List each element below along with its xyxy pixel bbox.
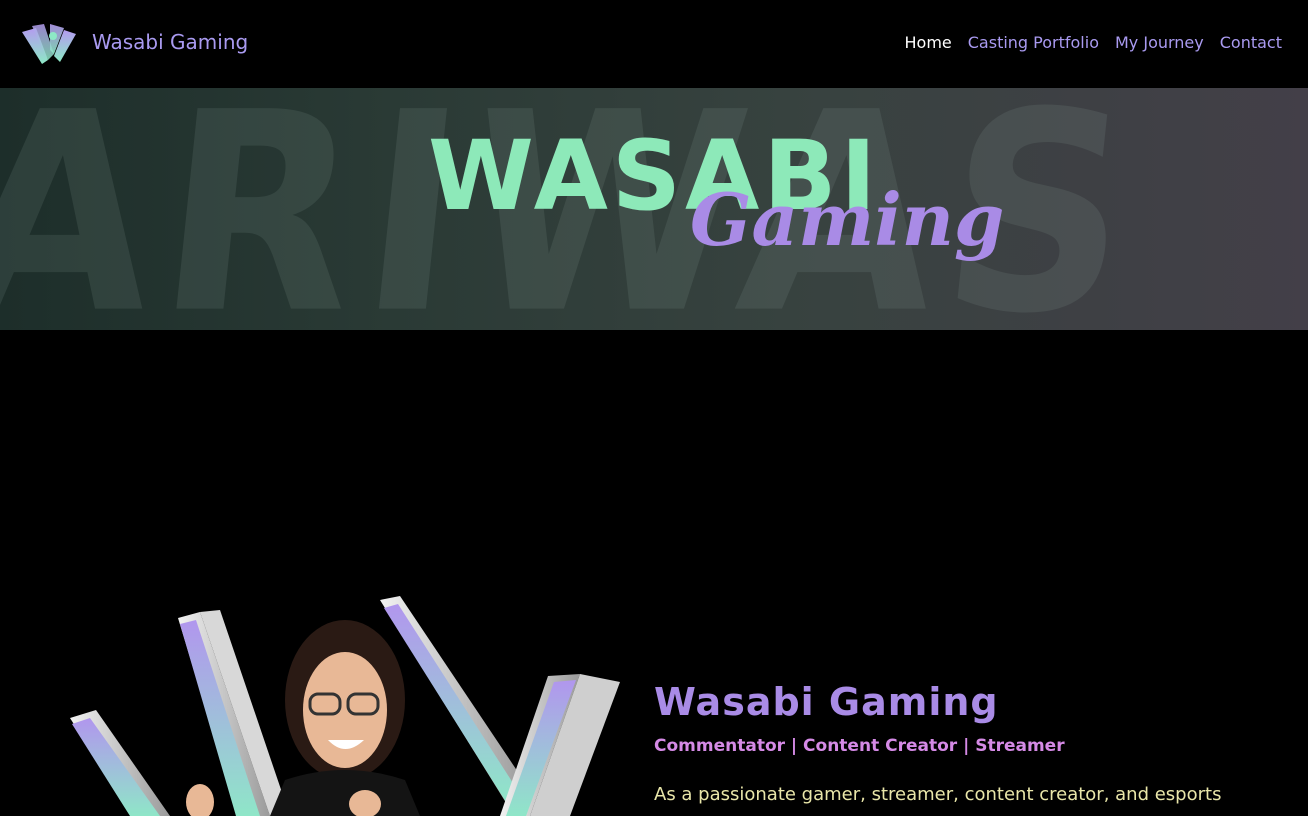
nav-link-contact[interactable]: Contact bbox=[1220, 33, 1282, 52]
logo-icon[interactable] bbox=[20, 20, 78, 68]
navbar: Wasabi Gaming Home Casting Portfolio My … bbox=[0, 0, 1308, 88]
profile-bio: As a passionate gamer, streamer, content… bbox=[654, 784, 1222, 805]
hero-banner: ARIWAS WASABI Gaming bbox=[0, 88, 1308, 330]
nav-link-home[interactable]: Home bbox=[905, 33, 952, 52]
brand-link[interactable]: Wasabi Gaming bbox=[92, 30, 248, 54]
profile-roles: Commentator | Content Creator | Streamer bbox=[654, 736, 1065, 756]
nav-links: Home Casting Portfolio My Journey Contac… bbox=[905, 33, 1283, 52]
profile-image bbox=[70, 596, 620, 816]
nav-link-casting-portfolio[interactable]: Casting Portfolio bbox=[968, 33, 1099, 52]
hero-subtitle: Gaming bbox=[690, 177, 1005, 262]
profile-name: Wasabi Gaming bbox=[654, 680, 999, 724]
nav-link-my-journey[interactable]: My Journey bbox=[1115, 33, 1204, 52]
